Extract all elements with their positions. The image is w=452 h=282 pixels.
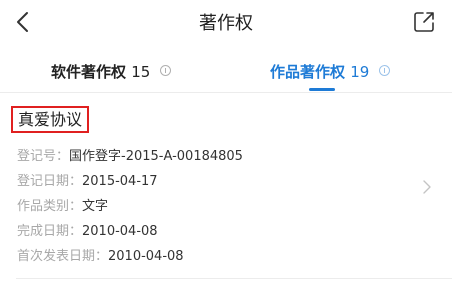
field-value: 2010-04-08	[82, 224, 158, 239]
share-icon[interactable]	[412, 10, 436, 34]
work-category-field: 作品类别：文字	[17, 195, 108, 214]
active-tab-indicator	[309, 88, 335, 91]
field-value: 国作登字-2015-A-00184805	[69, 149, 243, 164]
field-label: 登记日期：	[17, 174, 83, 189]
tab-label: 软件著作权	[51, 63, 127, 81]
field-value: 2010-04-08	[108, 249, 184, 264]
field-label: 完成日期：	[17, 224, 83, 239]
registration-date-field: 登记日期：2015-04-17	[17, 170, 158, 189]
nav-bar: 著作权	[0, 0, 452, 46]
registration-number-field: 登记号：国作登字-2015-A-00184805	[17, 145, 243, 164]
first-publication-date-field: 首次发表日期：2010-04-08	[17, 245, 184, 264]
info-icon[interactable]	[378, 65, 390, 76]
page-title: 著作权	[199, 13, 253, 34]
tab-works-copyright[interactable]: 作品著作权 19	[270, 61, 390, 82]
info-icon[interactable]	[159, 65, 171, 76]
field-value: 2015-04-17	[82, 174, 158, 189]
tab-label: 作品著作权	[270, 63, 346, 81]
chevron-right-icon	[423, 180, 431, 194]
copyright-record-card[interactable]: 真爱协议 登记号：国作登字-2015-A-00184805 登记日期：2015-…	[0, 93, 452, 279]
tab-count: 15	[131, 63, 151, 81]
tab-software-copyright[interactable]: 软件著作权 15	[51, 61, 171, 82]
divider	[16, 278, 452, 279]
completion-date-field: 完成日期：2010-04-08	[17, 220, 158, 239]
field-label: 首次发表日期：	[17, 249, 109, 264]
record-title: 真爱协议	[11, 106, 90, 133]
field-value: 文字	[82, 199, 109, 214]
tab-bar: 软件著作权 15 作品著作权 19	[0, 46, 452, 92]
field-label: 登记号：	[17, 149, 70, 164]
field-label: 作品类别：	[17, 199, 83, 214]
tab-count: 19	[350, 63, 370, 81]
